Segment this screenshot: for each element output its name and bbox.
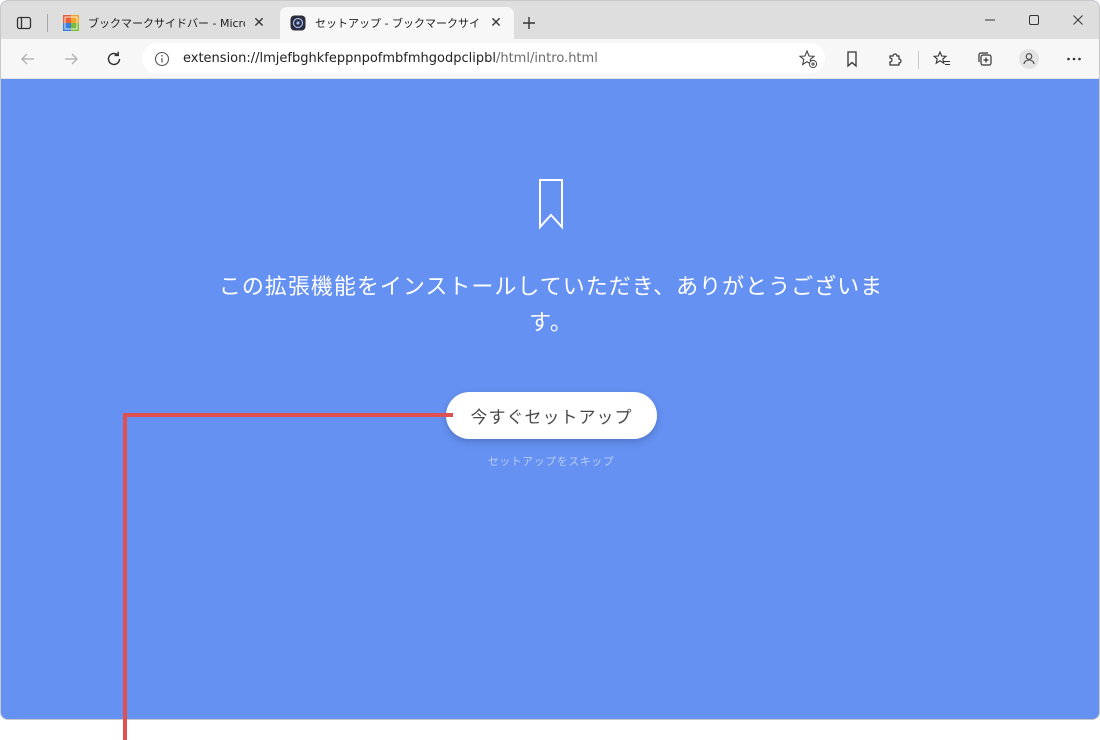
star-plus-icon[interactable] bbox=[797, 48, 819, 70]
favorites-list-icon[interactable] bbox=[928, 45, 956, 73]
url-path: /html/intro.html bbox=[495, 51, 598, 66]
browser-toolbar: extension://lmjefbghkfeppnpofmbfmhgodpcl… bbox=[1, 39, 1099, 79]
window-close-icon[interactable] bbox=[1058, 7, 1098, 33]
skip-setup-link[interactable]: セットアップをスキップ bbox=[401, 453, 701, 469]
annotation-line bbox=[123, 413, 453, 417]
setup-now-button[interactable]: 今すぐセットアップ bbox=[446, 392, 657, 439]
tab-strip: ブックマークサイドバー - Microsoft Edge ✕ セットアップ - … bbox=[1, 1, 1099, 39]
extension-favicon-icon bbox=[290, 15, 306, 31]
tab-separator bbox=[47, 14, 48, 32]
profile-icon[interactable] bbox=[1015, 45, 1043, 73]
minimize-icon[interactable] bbox=[970, 7, 1010, 33]
url-host: extension://lmjefbghkfeppnpofmbfmhgodpcl… bbox=[183, 51, 496, 66]
tab-title: セットアップ - ブックマークサイドバー bbox=[315, 17, 482, 30]
plus-icon[interactable] bbox=[518, 12, 540, 34]
close-icon[interactable]: ✕ bbox=[488, 15, 504, 31]
arrow-left-icon[interactable] bbox=[14, 45, 42, 73]
store-favicon-icon bbox=[63, 15, 79, 31]
annotation-line bbox=[123, 413, 127, 740]
bookmark-icon bbox=[539, 179, 563, 230]
more-icon[interactable] bbox=[1060, 45, 1088, 73]
address-bar[interactable]: extension://lmjefbghkfeppnpofmbfmhgodpcl… bbox=[142, 43, 825, 74]
url-text[interactable]: extension://lmjefbghkfeppnpofmbfmhgodpcl… bbox=[183, 51, 598, 66]
collections-icon[interactable] bbox=[971, 45, 999, 73]
tab-actions-icon[interactable] bbox=[11, 10, 37, 36]
refresh-icon[interactable] bbox=[100, 45, 128, 73]
tab-setup[interactable]: セットアップ - ブックマークサイドバー ✕ bbox=[280, 7, 514, 39]
toolbar-separator bbox=[918, 51, 919, 69]
info-icon[interactable] bbox=[153, 50, 171, 68]
arrow-right-icon[interactable] bbox=[57, 45, 85, 73]
puzzle-icon[interactable] bbox=[881, 45, 909, 73]
close-icon[interactable]: ✕ bbox=[251, 15, 267, 31]
thank-you-message: この拡張機能をインストールしていただき、ありがとうございます。 bbox=[218, 275, 884, 336]
bookmark-icon[interactable] bbox=[838, 45, 866, 73]
maximize-icon[interactable] bbox=[1014, 7, 1054, 33]
extension-intro-page: この拡張機能をインストールしていただき、ありがとうございます。 今すぐセットアッ… bbox=[1, 79, 1099, 719]
browser-window: ブックマークサイドバー - Microsoft Edge ✕ セットアップ - … bbox=[0, 0, 1100, 720]
tab-bookmark-sidebar-store[interactable]: ブックマークサイドバー - Microsoft Edge ✕ bbox=[53, 7, 277, 39]
tab-title: ブックマークサイドバー - Microsoft Edge bbox=[88, 17, 245, 30]
